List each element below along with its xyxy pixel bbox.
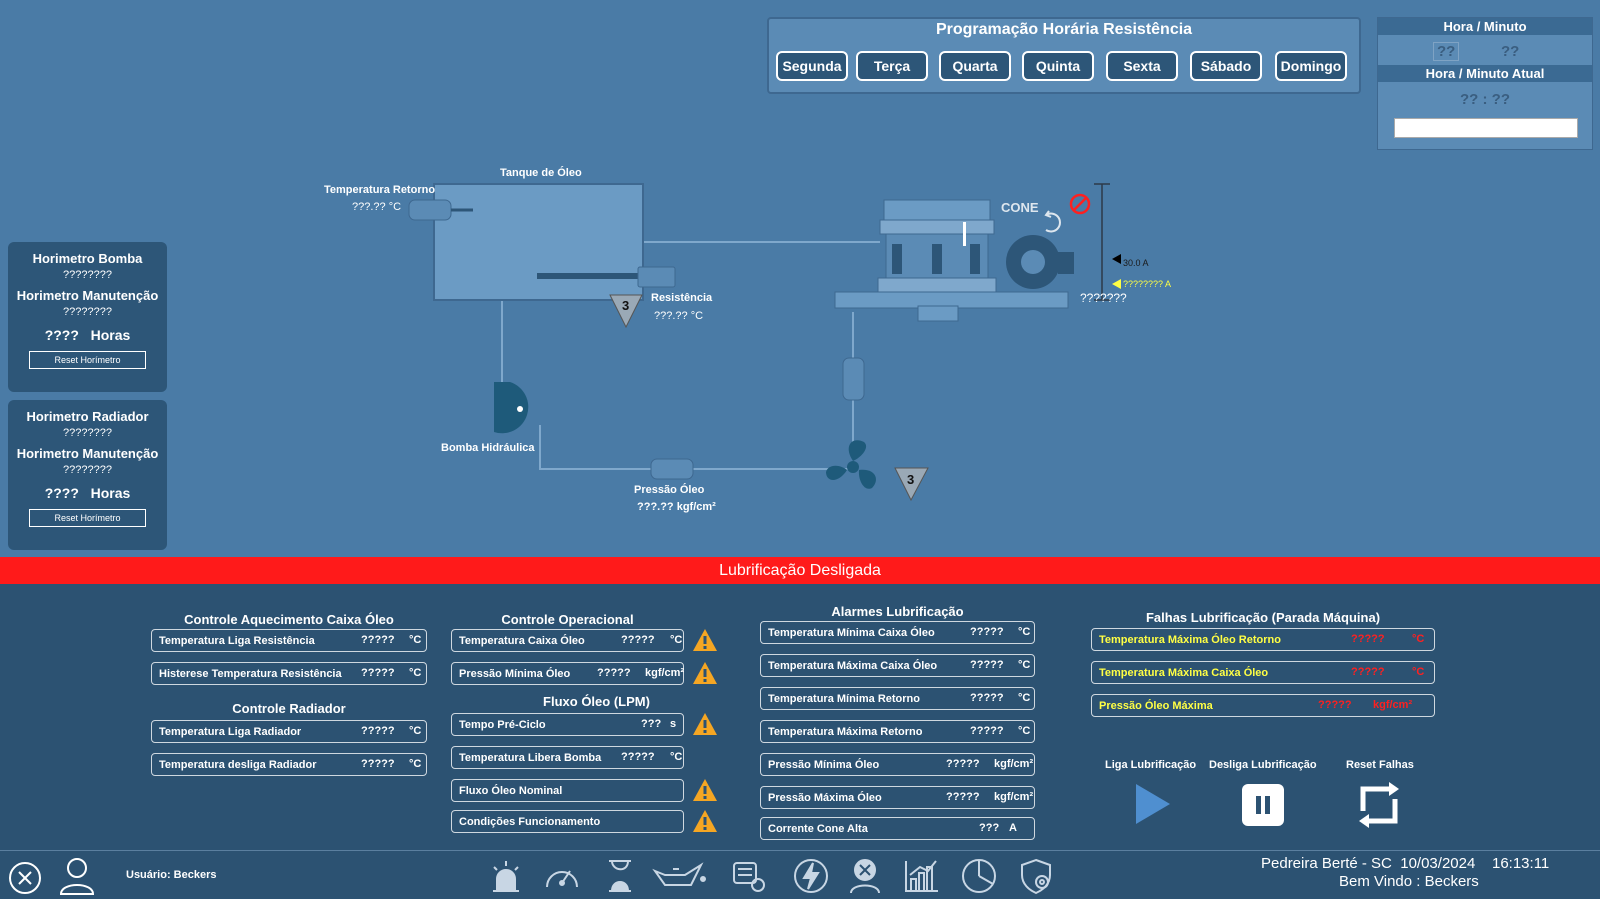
- pump-label: Bomba Hidráulica: [441, 442, 535, 454]
- pie-chart-icon[interactable]: [960, 857, 998, 895]
- param-row[interactable]: Temperatura desliga Radiador ????? °C: [151, 753, 427, 776]
- warning-icon: [693, 810, 717, 832]
- reset-faults-label: Reset Falhas: [1346, 759, 1414, 771]
- site-datetime: Pedreira Berté - SC 10/03/2024 16:13:11: [1261, 855, 1549, 872]
- pressure-label: Pressão Óleo: [634, 484, 705, 496]
- pump-settings-icon[interactable]: [730, 857, 768, 895]
- pause-icon[interactable]: [1241, 783, 1285, 827]
- level-indicator-value: 3: [907, 472, 915, 487]
- oil-tank: [433, 183, 644, 301]
- warning-icon: [693, 629, 717, 651]
- hourglass-icon[interactable]: [601, 857, 639, 895]
- param-row[interactable]: Histerese Temperatura Resistência ????? …: [151, 662, 427, 685]
- setpoint-marker: [1112, 254, 1121, 264]
- gauge-icon[interactable]: [543, 857, 581, 895]
- heater-element: [537, 273, 639, 279]
- heater-label: Resistência: [651, 292, 713, 304]
- pressure-value: ???.?? kgf/cm²: [637, 501, 716, 513]
- time: 16:13:11: [1491, 855, 1550, 872]
- alarms-title: Alarmes Lubrificação: [831, 604, 964, 619]
- oil-can-icon[interactable]: [651, 857, 707, 895]
- heating-control-title: Controle Aquecimento Caixa Óleo: [184, 612, 394, 627]
- pump-icon[interactable]: [494, 382, 529, 434]
- pressure-sensor: [650, 458, 694, 480]
- blocked-icon: [1069, 193, 1091, 215]
- warning-icon: [693, 779, 717, 801]
- warning-icon: [693, 662, 717, 684]
- faults-title: Falhas Lubrificação (Parada Máquina): [1145, 610, 1381, 625]
- param-row[interactable]: Fluxo Óleo Nominal: [451, 779, 684, 802]
- fault-row[interactable]: Temperatura Máxima Óleo Retorno ????? °C: [1091, 628, 1435, 651]
- close-icon[interactable]: [8, 861, 42, 895]
- param-row[interactable]: Temperatura Libera Bomba ????? °C: [451, 746, 684, 769]
- alarm-row[interactable]: Pressão Mínima Óleo ????? kgf/cm²: [760, 753, 1035, 776]
- current-actual: ???????? A: [1123, 279, 1172, 289]
- refresh-icon[interactable]: [1044, 210, 1061, 233]
- lubrication-status-bar: Lubrificação Desligada: [0, 557, 1600, 584]
- user-label: Usuário: Beckers: [126, 869, 217, 881]
- return-temp-value: ???.?? °C: [352, 201, 402, 213]
- lubrication-diagram: [408, 183, 1121, 502]
- parameters-panel: Controle Aquecimento Caixa Óleo Temperat…: [0, 584, 1600, 850]
- radiator-control-title: Controle Radiador: [232, 701, 346, 716]
- cone-label: CONE: [1001, 200, 1039, 215]
- actual-current-marker: [1112, 279, 1121, 289]
- param-row[interactable]: Temperatura Liga Resistência ????? °C: [151, 629, 427, 652]
- oil-flow-title: Fluxo Óleo (LPM): [543, 694, 650, 709]
- lightning-icon[interactable]: [792, 857, 830, 895]
- return-temp-sensor: [408, 199, 452, 221]
- param-row[interactable]: Temperatura Caixa Óleo ????? °C: [451, 629, 684, 652]
- heater-connector: [637, 266, 676, 288]
- alarm-row[interactable]: Corrente Cone Alta ??? A: [760, 817, 1035, 840]
- fault-row[interactable]: Temperatura Máxima Caixa Óleo ????? °C: [1091, 661, 1435, 684]
- operator-icon[interactable]: [846, 857, 884, 895]
- alarm-row[interactable]: Temperatura Máxima Caixa Óleo ????? °C: [760, 654, 1035, 677]
- operational-control-title: Controle Operacional: [501, 612, 634, 627]
- fan-icon[interactable]: [826, 440, 876, 489]
- chart-icon[interactable]: [902, 857, 940, 895]
- current-setpoint: 30.0 A: [1123, 258, 1149, 268]
- settings-shield-icon[interactable]: [1017, 857, 1055, 895]
- alarm-icon[interactable]: [487, 857, 525, 895]
- oil-tank-label: Tanque de Óleo: [500, 167, 582, 179]
- fault-row[interactable]: Pressão Óleo Máxima ????? kgf/cm²: [1091, 694, 1435, 717]
- user-icon[interactable]: [58, 856, 96, 896]
- return-temp-label: Temperatura Retorno: [324, 184, 436, 196]
- alarm-row[interactable]: Pressão Máxima Óleo ????? kgf/cm²: [760, 786, 1035, 809]
- footer-bar: Usuário: Beckers Pedreira Berté - SC 10/…: [0, 850, 1600, 899]
- start-lubrication-label: Liga Lubrificação: [1105, 759, 1197, 771]
- param-row[interactable]: Tempo Pré-Ciclo ??? s: [451, 713, 684, 736]
- motor-icon: [1006, 235, 1074, 289]
- param-row[interactable]: Pressão Mínima Óleo ????? kgf/cm²: [451, 662, 684, 685]
- site-name: Pedreira Berté - SC: [1261, 855, 1392, 872]
- stop-lubrication-label: Desliga Lubrificação: [1209, 759, 1317, 771]
- warning-icon: [693, 713, 717, 735]
- alarm-row[interactable]: Temperatura Mínima Caixa Óleo ????? °C: [760, 621, 1035, 644]
- play-icon[interactable]: [1132, 782, 1174, 826]
- heater-value: ???.?? °C: [654, 310, 704, 322]
- welcome-text: Bem Vindo : Beckers: [1339, 873, 1479, 890]
- alarm-row[interactable]: Temperatura Mínima Retorno ????? °C: [760, 687, 1035, 710]
- alarm-row[interactable]: Temperatura Máxima Retorno ????? °C: [760, 720, 1035, 743]
- date: 10/03/2024: [1400, 855, 1476, 872]
- param-row[interactable]: Condições Funcionamento: [451, 810, 684, 833]
- reset-faults-icon[interactable]: [1355, 781, 1403, 829]
- param-row[interactable]: Temperatura Liga Radiador ????? °C: [151, 720, 427, 743]
- level-indicator-value: 3: [622, 298, 630, 313]
- cone-value: ???????: [1080, 291, 1127, 305]
- oil-filter: [842, 357, 865, 401]
